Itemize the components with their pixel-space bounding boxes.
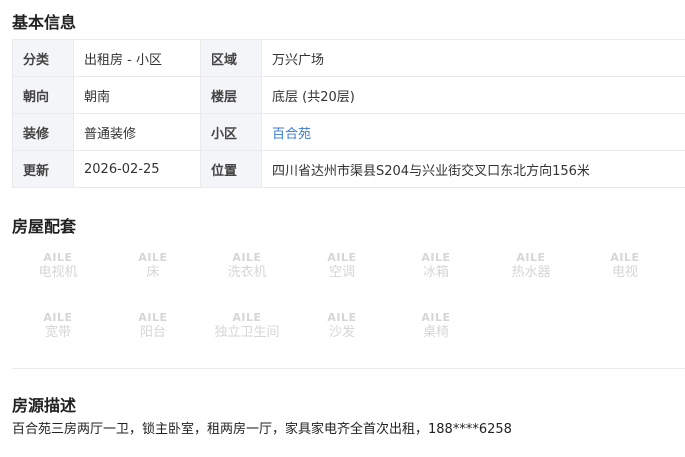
amenity-private-bathroom: AILE 独立卫生间 (202, 311, 292, 342)
amenity-watermark: AILE (421, 311, 451, 324)
amenity-watermark: AILE (43, 251, 73, 264)
amenity-label: 空调 (328, 265, 355, 280)
basic-info-title: 基本信息 (12, 13, 77, 32)
amenity-watermark: AILE (232, 251, 262, 264)
amenity-balcony: AILE 阳台 (118, 311, 188, 342)
amenity-watermark: AILE (327, 251, 357, 264)
description-title: 房源描述 (12, 396, 77, 415)
amenity-tv: AILE 电视 (590, 251, 660, 282)
amenity-label: 桌椅 (422, 325, 449, 340)
amenity-label: 电视 (611, 265, 638, 280)
table-row: 更新 2026-02-25 位置 四川省达州市渠县S204与兴业街交叉口东北方向… (12, 150, 685, 188)
amenity-sofa: AILE 沙发 (307, 311, 377, 342)
amenity-water-heater: AILE 热水器 (496, 251, 566, 282)
amenity-watermark: AILE (421, 251, 451, 264)
amenity-broadband: AILE 宽带 (23, 311, 93, 342)
floor-key: 楼层 (200, 76, 262, 114)
community-link[interactable]: 百合苑 (261, 113, 685, 151)
community-key: 小区 (200, 113, 262, 151)
amenity-watermark: AILE (138, 311, 168, 324)
amenity-watermark: AILE (610, 251, 640, 264)
section-divider (12, 368, 685, 369)
amenity-bed: AILE 床 (118, 251, 188, 282)
amenity-label: 热水器 (511, 265, 551, 280)
amenity-label: 阳台 (139, 325, 166, 340)
area-key: 区域 (200, 39, 262, 77)
floor-value: 底层 (共20层) (261, 76, 685, 114)
amenity-label: 沙发 (328, 325, 355, 340)
amenity-watermark: AILE (516, 251, 546, 264)
updated-value: 2026-02-25 (73, 150, 201, 188)
amenity-label: 宽带 (44, 325, 71, 340)
amenity-label: 电视机 (38, 265, 78, 280)
decoration-key: 装修 (12, 113, 74, 151)
amenity-label: 冰箱 (422, 265, 449, 280)
category-value: 出租房 - 小区 (73, 39, 201, 77)
amenity-watermark: AILE (327, 311, 357, 324)
amenity-label: 独立卫生间 (214, 325, 280, 340)
basic-info-table: 分类 出租房 - 小区 区域 万兴广场 朝向 朝南 楼层 底层 (共20层) 装… (12, 39, 685, 188)
amenity-watermark: AILE (138, 251, 168, 264)
location-key: 位置 (200, 150, 262, 188)
amenity-watermark: AILE (43, 311, 73, 324)
amenity-table-chairs: AILE 桌椅 (401, 311, 471, 342)
amenity-label: 洗衣机 (227, 265, 267, 280)
amenity-fridge: AILE 冰箱 (401, 251, 471, 282)
amenity-washer: AILE 洗衣机 (212, 251, 282, 282)
location-value: 四川省达州市渠县S204与兴业街交叉口东北方向156米 (261, 150, 685, 188)
amenity-label: 床 (146, 265, 160, 280)
table-row: 装修 普通装修 小区 百合苑 (12, 113, 685, 151)
description-text: 百合苑三房两厅一卫，锁主卧室，租两房一厅，家具家电齐全首次出租，188****6… (12, 422, 512, 437)
orientation-value: 朝南 (73, 76, 201, 114)
table-row: 分类 出租房 - 小区 区域 万兴广场 (12, 39, 685, 77)
area-value: 万兴广场 (261, 39, 685, 77)
decoration-value: 普通装修 (73, 113, 201, 151)
amenity-air-conditioner: AILE 空调 (307, 251, 377, 282)
updated-key: 更新 (12, 150, 74, 188)
amenities-title: 房屋配套 (12, 217, 77, 236)
category-key: 分类 (12, 39, 74, 77)
orientation-key: 朝向 (12, 76, 74, 114)
table-row: 朝向 朝南 楼层 底层 (共20层) (12, 76, 685, 114)
amenity-tv-set: AILE 电视机 (23, 251, 93, 282)
amenity-watermark: AILE (232, 311, 262, 324)
